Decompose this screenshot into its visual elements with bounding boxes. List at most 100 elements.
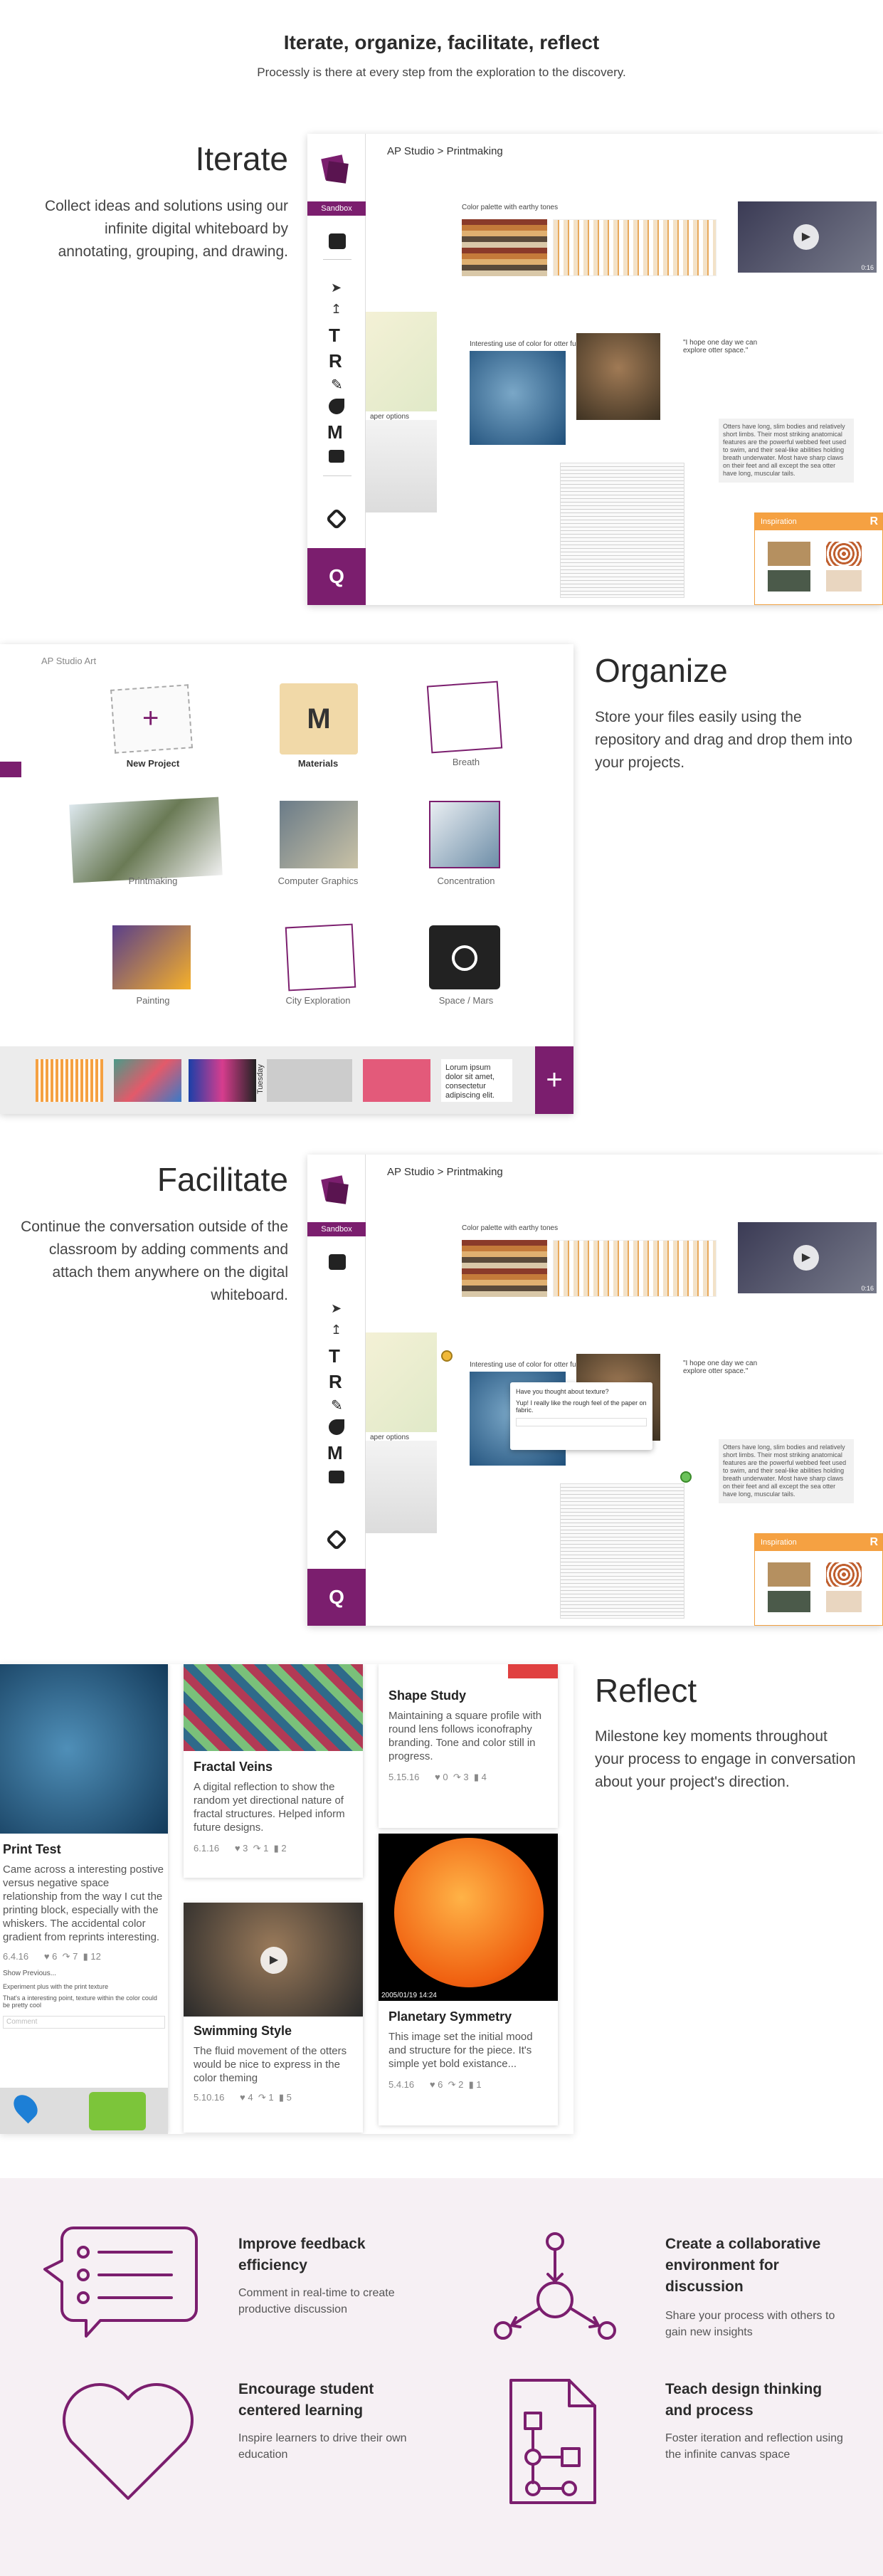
- paper-texture-image[interactable]: [366, 420, 437, 512]
- likes-count[interactable]: 4: [248, 2092, 253, 2103]
- tray-text-card[interactable]: Lorum ipsum dolor sit amet, consectetur …: [441, 1059, 512, 1102]
- sandbox-badge[interactable]: Sandbox: [307, 1222, 366, 1236]
- comments-count[interactable]: 2: [281, 1843, 286, 1854]
- comments-count[interactable]: 12: [90, 1951, 100, 1962]
- play-icon[interactable]: ▶: [793, 1245, 819, 1271]
- concentration-folder[interactable]: [429, 801, 500, 868]
- breadcrumb-root[interactable]: AP Studio: [387, 1166, 434, 1178]
- likes-count[interactable]: 3: [243, 1843, 248, 1854]
- inspiration-board[interactable]: Inspiration R: [754, 512, 883, 605]
- shape-tool-icon[interactable]: [329, 1419, 344, 1435]
- otter-photo-image[interactable]: [576, 333, 660, 420]
- milestone-card[interactable]: Shape Study Maintaining a square profile…: [379, 1664, 558, 1828]
- inspiration-thumb[interactable]: [826, 542, 862, 566]
- inspiration-board[interactable]: Inspiration R: [754, 1533, 883, 1626]
- likes-count[interactable]: 6: [438, 2079, 443, 2090]
- milestone-card[interactable]: ▶ Swimming Style The fluid movement of t…: [184, 1903, 363, 2133]
- breath-folder[interactable]: [426, 680, 503, 754]
- milestone-card[interactable]: 2005/01/19 14:24 Planetary Symmetry This…: [379, 1834, 558, 2125]
- shares-count[interactable]: 1: [268, 2092, 273, 2103]
- otter-video-thumbnail[interactable]: ▶ 0:16: [738, 1222, 877, 1293]
- settings-icon[interactable]: [325, 508, 348, 530]
- shares-count[interactable]: 3: [463, 1772, 468, 1782]
- logo-block[interactable]: Q: [307, 548, 366, 605]
- rectangle-tool-icon[interactable]: R: [329, 1371, 342, 1393]
- show-previous-link[interactable]: Show Previous...: [3, 1970, 165, 1977]
- inspiration-thumb[interactable]: [768, 1562, 810, 1587]
- color-palette-swatches[interactable]: [462, 219, 547, 276]
- inspiration-thumb[interactable]: [768, 570, 810, 592]
- shares-count[interactable]: 2: [458, 2079, 463, 2090]
- city-exploration-folder[interactable]: [285, 923, 356, 992]
- tray-item[interactable]: [36, 1059, 103, 1102]
- tray-item[interactable]: Tuesday: [256, 1059, 352, 1102]
- paper-swatch-image[interactable]: [366, 1332, 437, 1432]
- watch-image[interactable]: [89, 2092, 146, 2130]
- color-palette-swatches[interactable]: [462, 1240, 547, 1297]
- otter-print-image[interactable]: [470, 351, 566, 445]
- comment-tool-icon[interactable]: [329, 1471, 344, 1483]
- media-tool-icon[interactable]: M: [327, 1442, 343, 1464]
- breadcrumb-root[interactable]: AP Studio: [387, 145, 434, 157]
- color-pattern-image[interactable]: [553, 1240, 717, 1297]
- inspiration-thumb[interactable]: [826, 1591, 862, 1612]
- printmaking-folder[interactable]: [69, 797, 223, 883]
- pointer-icon[interactable]: ➤: [331, 280, 342, 295]
- milestone-card[interactable]: Fractal Veins A digital reflection to sh…: [184, 1664, 363, 1878]
- sticky-note-icon[interactable]: [329, 233, 346, 249]
- upload-icon[interactable]: ↥: [331, 302, 342, 317]
- paper-swatch-image[interactable]: [366, 312, 437, 411]
- comment-thread-popup[interactable]: Have you thought about texture? Yup! I r…: [510, 1382, 652, 1450]
- processly-logo-icon[interactable]: [320, 154, 349, 184]
- comment-input[interactable]: [516, 1418, 647, 1426]
- newspaper-clipping-image[interactable]: [560, 1483, 684, 1619]
- inspiration-thumb[interactable]: [768, 1591, 810, 1612]
- comment-marker-icon[interactable]: [680, 1471, 692, 1483]
- inspiration-thumb[interactable]: [826, 1562, 862, 1587]
- pen-tool-icon[interactable]: ✎: [331, 1397, 343, 1414]
- plus-icon[interactable]: +: [142, 703, 159, 735]
- comments-count[interactable]: 1: [476, 2079, 481, 2090]
- painting-folder[interactable]: [112, 925, 191, 989]
- computer-graphics-folder[interactable]: [280, 801, 358, 868]
- shares-count[interactable]: 1: [263, 1843, 268, 1854]
- likes-count[interactable]: 0: [443, 1772, 448, 1782]
- comment-input[interactable]: Comment: [3, 2016, 165, 2029]
- card-image: [379, 1664, 558, 1678]
- text-tool-icon[interactable]: T: [329, 1345, 340, 1367]
- milestone-card[interactable]: Print Test Came across a interesting pos…: [0, 1664, 168, 2133]
- processly-logo-icon[interactable]: [320, 1175, 349, 1204]
- comment-marker-icon[interactable]: [441, 1350, 453, 1362]
- sandbox-badge[interactable]: Sandbox: [307, 201, 366, 216]
- rectangle-tool-icon[interactable]: R: [329, 350, 342, 372]
- pointer-icon[interactable]: ➤: [331, 1301, 342, 1316]
- add-media-button[interactable]: +: [535, 1046, 573, 1114]
- likes-count[interactable]: 6: [52, 1951, 57, 1962]
- tray-item[interactable]: [363, 1059, 430, 1102]
- media-tool-icon[interactable]: M: [327, 421, 343, 443]
- sticky-note-icon[interactable]: [329, 1254, 346, 1270]
- shares-count[interactable]: 7: [73, 1951, 78, 1962]
- text-tool-icon[interactable]: T: [329, 325, 340, 347]
- materials-folder[interactable]: M: [280, 683, 358, 755]
- comments-count[interactable]: 4: [482, 1772, 487, 1782]
- play-icon[interactable]: ▶: [260, 1947, 287, 1974]
- play-icon[interactable]: ▶: [793, 224, 819, 250]
- paper-texture-image[interactable]: [366, 1441, 437, 1533]
- color-pattern-image[interactable]: [553, 219, 717, 276]
- inspiration-thumb[interactable]: [826, 570, 862, 592]
- otter-video-thumbnail[interactable]: ▶ 0:16: [738, 201, 877, 273]
- comment-tool-icon[interactable]: [329, 450, 344, 463]
- comments-count[interactable]: 5: [287, 2092, 292, 2103]
- settings-icon[interactable]: [325, 1528, 348, 1551]
- newspaper-clipping-image[interactable]: [560, 463, 684, 598]
- upload-icon[interactable]: ↥: [331, 1323, 342, 1337]
- shape-tool-icon[interactable]: [329, 399, 344, 414]
- tray-item[interactable]: [189, 1059, 256, 1102]
- logo-block[interactable]: Q: [307, 1569, 366, 1626]
- tray-item[interactable]: [114, 1059, 181, 1102]
- pen-tool-icon[interactable]: ✎: [331, 376, 343, 394]
- map-pin-icon[interactable]: [9, 2090, 43, 2124]
- inspiration-thumb[interactable]: [768, 542, 810, 566]
- space-mars-folder[interactable]: [429, 925, 500, 989]
